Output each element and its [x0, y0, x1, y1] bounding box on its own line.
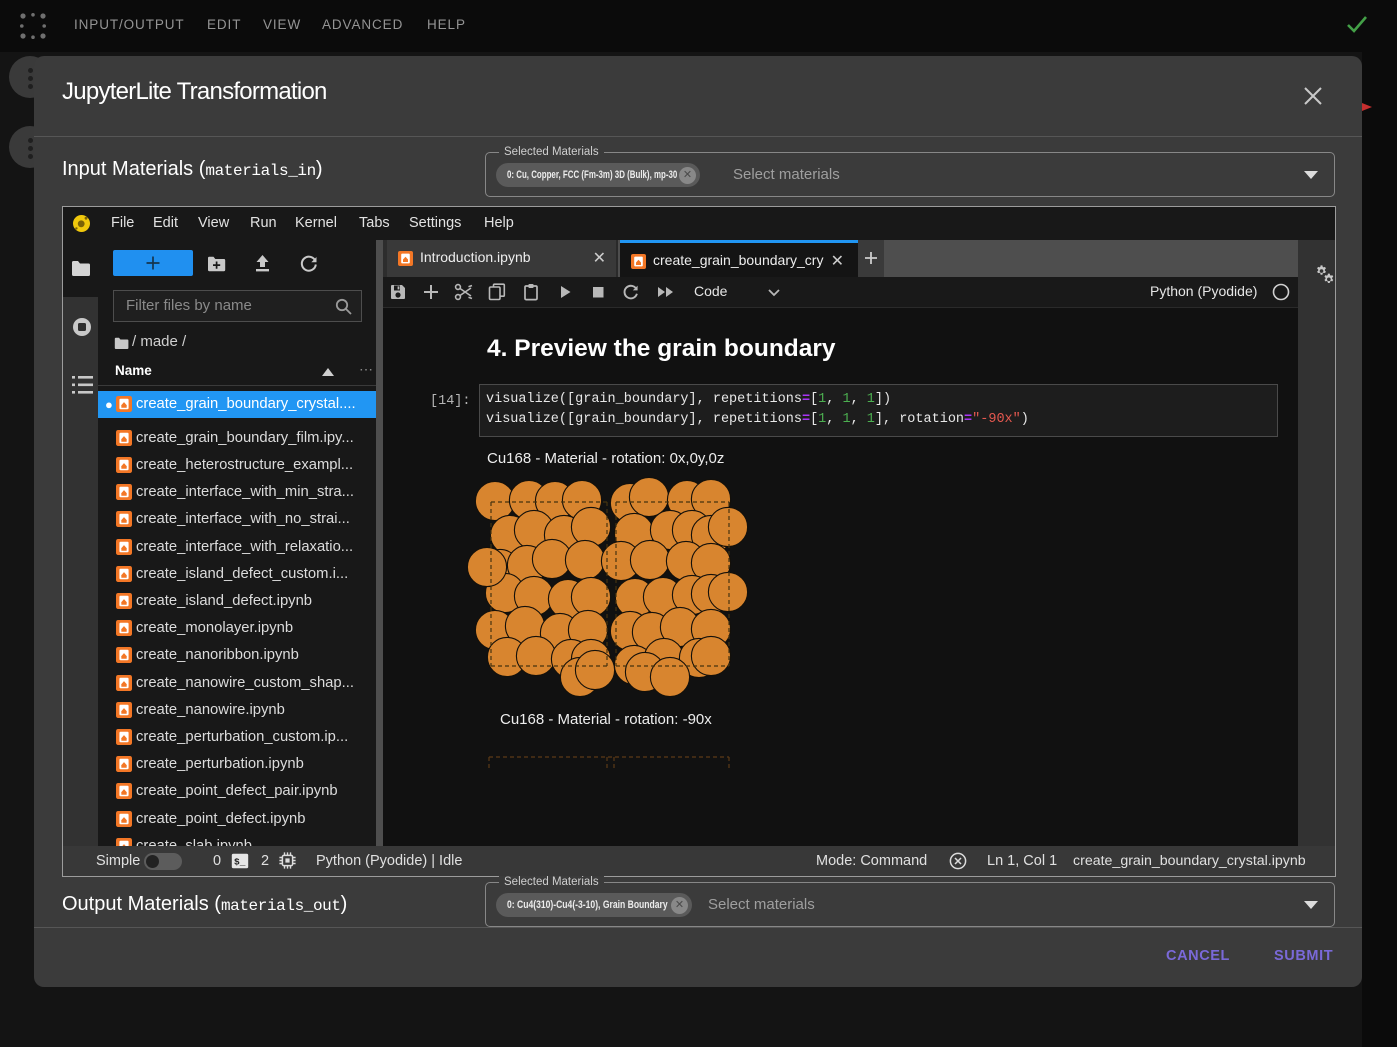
- svg-text:$_: $_: [234, 857, 246, 868]
